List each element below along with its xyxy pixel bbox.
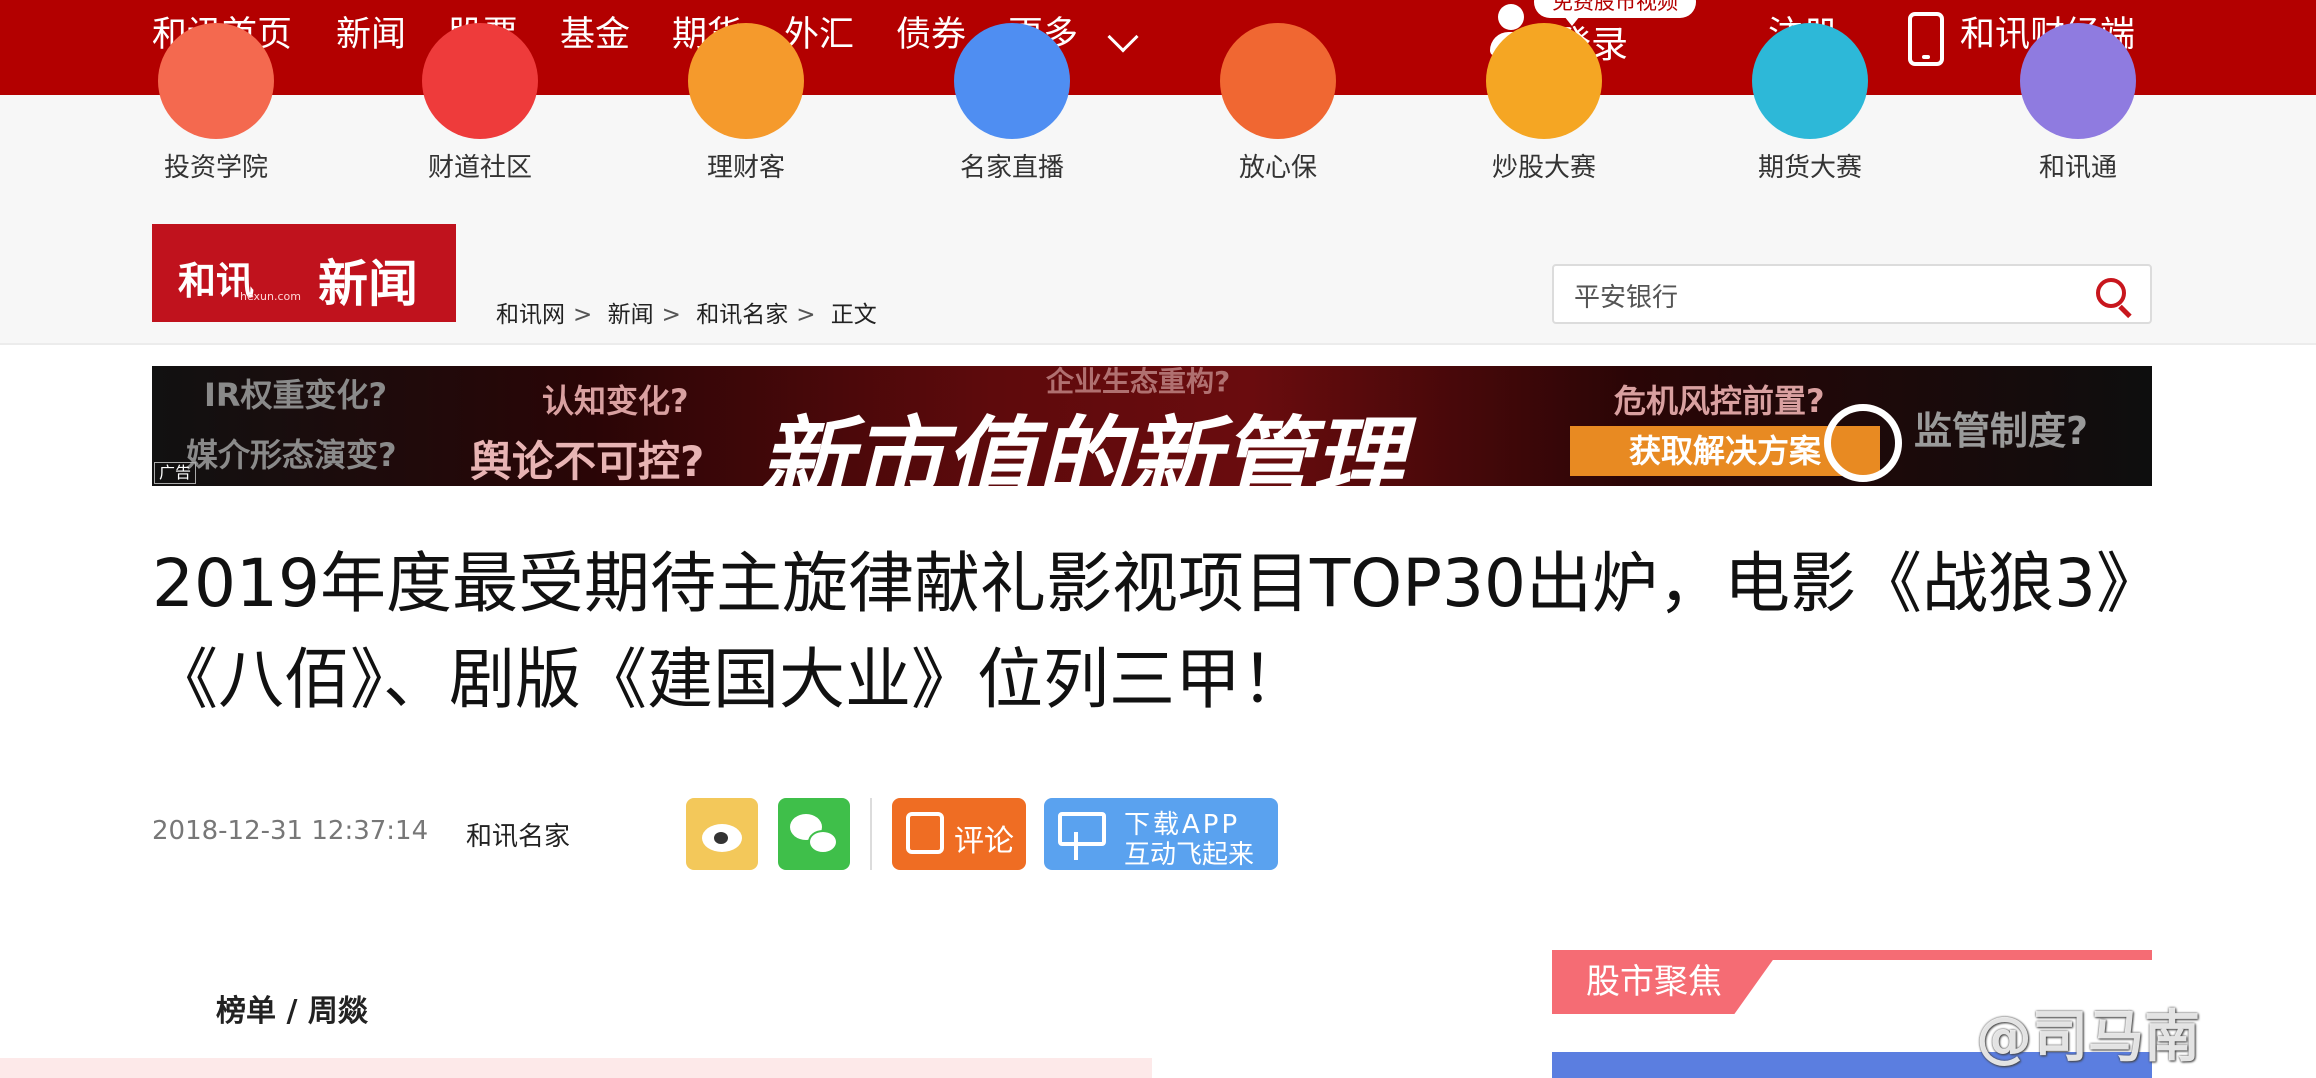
search-input[interactable] <box>1574 276 2074 314</box>
ad-label: 广告 <box>154 462 197 484</box>
quicklink-caidao[interactable]: 财道社区 <box>390 23 570 190</box>
quicklink-icon <box>1752 23 1868 139</box>
quicklink-label: 和讯通 <box>2038 153 2117 183</box>
quicklink-label: 炒股大赛 <box>1491 153 1596 183</box>
quicklink-label: 名家直播 <box>959 153 1064 183</box>
download-app-button[interactable]: 下载APP 互动飞起来 <box>1044 798 1278 870</box>
search-box <box>1552 264 2152 324</box>
quicklink-icon <box>158 23 274 139</box>
breadcrumb-column[interactable]: 和讯名家 <box>696 302 788 328</box>
search-icon[interactable] <box>2096 278 2132 319</box>
phone-icon[interactable] <box>1908 12 1944 66</box>
quicklink-icon <box>954 23 1070 139</box>
article-title: 2019年度最受期待主旋律献礼影视项目TOP30出炉，电影《战狼3》《八佰》、剧… <box>152 545 2163 718</box>
quicklink-label: 理财客 <box>706 153 785 183</box>
divider <box>870 798 872 870</box>
weibo-icon <box>702 824 742 852</box>
quicklink-label: 期货大赛 <box>1757 153 1862 183</box>
banner-text: IR权重变化? <box>204 376 388 414</box>
banner-text: 监管制度? <box>1914 409 2089 453</box>
edit-icon <box>906 812 944 854</box>
logo-section-name: 新闻 <box>318 254 418 313</box>
breadcrumb-separator: > <box>661 302 681 328</box>
breadcrumb-separator: > <box>573 302 593 328</box>
market-focus-tab[interactable]: 股市聚焦 <box>1552 950 1780 1014</box>
banner-text: 认知变化? <box>542 382 689 420</box>
logo-domain: hexun.com <box>240 290 301 303</box>
banner-text: 舆论不可控? <box>470 437 705 486</box>
banner-text: 媒介形态演变? <box>186 436 397 474</box>
quicklink-futures-contest[interactable]: 期货大赛 <box>1720 23 1900 190</box>
comment-label: 评论 <box>954 824 1014 859</box>
quicklink-live[interactable]: 名家直播 <box>922 23 1102 190</box>
quicklink-licaike[interactable]: 理财客 <box>656 23 836 190</box>
share-wechat-button[interactable] <box>778 798 850 870</box>
quicklink-invest-academy[interactable]: 投资学院 <box>126 23 306 190</box>
banner-headline: 新市值的新管理 <box>760 407 1405 486</box>
quicklink-icon <box>1220 23 1336 139</box>
breadcrumb-current: 正文 <box>830 302 877 328</box>
article-datetime: 2018-12-31 12:37:14 <box>152 816 429 846</box>
market-focus-underline <box>1772 950 2152 960</box>
quicklink-label: 放心保 <box>1238 153 1317 183</box>
site-logo[interactable]: 和讯 hexun.com 新闻 <box>152 224 456 322</box>
top-nav-bar: 和讯首页 新闻 股票 基金 期货 外汇 债券 更多 免费股市视频 登录 注册 和… <box>0 0 2316 95</box>
quicklink-icon <box>1486 23 1602 139</box>
ad-banner[interactable]: IR权重变化? 媒介形态演变? 认知变化? 舆论不可控? 企业生态重构? 新市值… <box>152 366 2152 486</box>
download-line2: 互动飞起来 <box>1124 840 1255 870</box>
chevron-down-icon[interactable] <box>1107 21 1139 53</box>
comment-button[interactable]: 评论 <box>892 798 1026 870</box>
download-icon <box>1058 812 1106 846</box>
click-cursor-icon <box>1824 404 1902 482</box>
breadcrumb-home[interactable]: 和讯网 <box>496 302 565 328</box>
download-arrow <box>1074 832 1078 860</box>
quicklink-icon <box>688 23 804 139</box>
quicklink-hexuntong[interactable]: 和讯通 <box>1988 23 2168 190</box>
nav-news[interactable]: 新闻 <box>336 12 406 58</box>
quicklink-insurance[interactable]: 放心保 <box>1188 23 1368 190</box>
nav-funds[interactable]: 基金 <box>560 12 630 58</box>
banner-text: 危机风控前置? <box>1614 382 1825 420</box>
quicklink-stock-contest[interactable]: 炒股大赛 <box>1454 23 1634 190</box>
weibo-watermark: @司马南 <box>1976 1005 2200 1070</box>
quicklink-icon <box>422 23 538 139</box>
nav-bonds[interactable]: 债券 <box>896 12 966 58</box>
breadcrumb: 和讯网 > 新闻 > 和讯名家 > 正文 <box>496 295 885 329</box>
share-weibo-button[interactable] <box>686 798 758 870</box>
article-section-header: 榜单 / 周燚 <box>216 994 368 1029</box>
quicklink-label: 投资学院 <box>163 153 268 183</box>
quicklink-icon <box>2020 23 2136 139</box>
breadcrumb-news[interactable]: 新闻 <box>608 302 654 328</box>
quicklink-label: 财道社区 <box>427 153 532 183</box>
content-top-bar <box>0 1058 1152 1078</box>
article-source[interactable]: 和讯名家 <box>466 816 570 853</box>
breadcrumb-separator: > <box>796 302 816 328</box>
